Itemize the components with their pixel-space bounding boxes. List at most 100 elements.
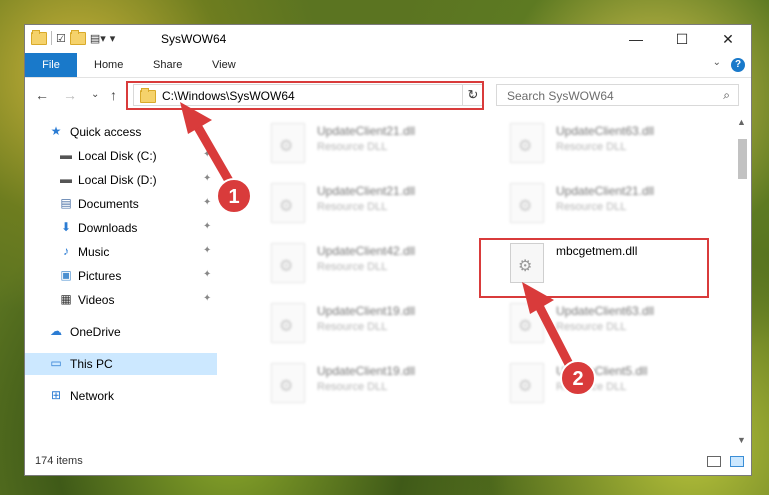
address-highlight-box xyxy=(126,81,484,110)
cloud-icon: ☁ xyxy=(50,324,62,338)
large-icons-view-icon[interactable] xyxy=(730,456,744,467)
dll-file-icon xyxy=(510,123,544,163)
sidebar-item-local-disk-c[interactable]: ▬ Local Disk (C:) ✦ xyxy=(25,145,217,167)
scroll-thumb[interactable] xyxy=(738,139,747,179)
sidebar-item-onedrive[interactable]: ☁ OneDrive xyxy=(25,321,217,343)
search-box[interactable]: ⌕ xyxy=(496,84,739,106)
back-button[interactable]: ← xyxy=(35,87,49,103)
minimize-button[interactable]: — xyxy=(613,25,659,53)
sidebar-item-this-pc[interactable]: ▭ This PC xyxy=(25,353,217,375)
pin-icon[interactable]: ✦ xyxy=(203,293,211,304)
search-icon[interactable]: ⌕ xyxy=(723,88,730,103)
pin-icon[interactable]: ✦ xyxy=(203,245,211,256)
file-item[interactable]: UpdateClient19.dll Resource DLL xyxy=(271,361,501,411)
sidebar-item-label: Local Disk (C:) xyxy=(78,149,157,163)
recent-locations-button[interactable]: ⌄ xyxy=(91,89,99,100)
file-item[interactable]: UpdateClient63.dll Resource DLL xyxy=(510,301,735,351)
toolbar-dropdown-icon[interactable]: ▾ xyxy=(110,32,116,45)
properties-icon[interactable]: ☑ xyxy=(56,32,66,45)
sidebar-item-label: Documents xyxy=(78,197,139,211)
file-item[interactable]: UpdateClient5.dll Resource DLL xyxy=(510,361,735,411)
separator xyxy=(51,31,52,45)
file-type: Resource DLL xyxy=(556,141,627,153)
details-view-icon[interactable] xyxy=(707,456,721,467)
navigation-pane: ★ Quick access ▬ Local Disk (C:) ✦ ▬ Local Dis… xyxy=(25,117,217,447)
drive-icon: ▬ xyxy=(60,172,72,186)
file-name: UpdateClient42.dll xyxy=(317,244,416,258)
file-highlight-box xyxy=(479,238,709,298)
file-item[interactable]: UpdateClient21.dll Resource DLL xyxy=(510,181,735,231)
ribbon-expand-icon[interactable]: ⌄ xyxy=(713,57,721,68)
file-type: Resource DLL xyxy=(317,141,388,153)
sidebar-item-videos[interactable]: ▦ Videos ✦ xyxy=(25,289,217,311)
file-name: UpdateClient21.dll xyxy=(556,184,655,198)
file-name: UpdateClient19.dll xyxy=(317,304,416,318)
tab-file[interactable]: File xyxy=(25,53,77,77)
file-item[interactable]: UpdateClient42.dll Resource DLL xyxy=(271,241,501,291)
sidebar-item-network[interactable]: ⊞ Network xyxy=(25,385,217,407)
vertical-scrollbar[interactable]: ▲ ▼ xyxy=(735,117,749,447)
file-name: UpdateClient63.dll xyxy=(556,304,655,318)
search-input[interactable] xyxy=(505,87,709,105)
file-type: Resource DLL xyxy=(556,381,627,393)
sidebar-item-downloads[interactable]: ⬇ Downloads ✦ xyxy=(25,217,217,239)
file-item[interactable]: UpdateClient21.dll Resource DLL xyxy=(271,181,501,231)
quick-access-toolbar: ☑ ▤▾ ▾ xyxy=(31,29,116,45)
maximize-button[interactable]: ☐ xyxy=(659,25,705,53)
file-item[interactable]: UpdateClient21.dll Resource DLL xyxy=(271,121,501,171)
up-button[interactable]: ↑ xyxy=(110,87,117,103)
sidebar-item-label: Videos xyxy=(78,293,115,307)
sidebar-item-quick-access[interactable]: ★ Quick access xyxy=(25,121,217,143)
tab-view[interactable]: View xyxy=(212,53,236,77)
ribbon-tabs: File Home Share View ⌄ ? xyxy=(25,53,751,78)
pin-icon[interactable]: ✦ xyxy=(203,269,211,280)
pin-icon[interactable]: ✦ xyxy=(203,221,211,232)
picture-icon: ▣ xyxy=(60,268,72,282)
dll-file-icon xyxy=(271,123,305,163)
scroll-down-icon[interactable]: ▼ xyxy=(737,435,746,445)
folder-icon[interactable] xyxy=(31,29,47,45)
sidebar-item-label: Music xyxy=(78,245,110,259)
dll-file-icon xyxy=(510,363,544,403)
sidebar-item-label: Quick access xyxy=(70,125,142,139)
file-type: Resource DLL xyxy=(317,201,388,213)
pin-icon[interactable]: ✦ xyxy=(203,197,211,208)
dll-file-icon xyxy=(271,363,305,403)
document-icon: ▤ xyxy=(60,196,72,210)
status-bar: 174 items xyxy=(25,449,751,475)
sidebar-item-local-disk-d[interactable]: ▬ Local Disk (D:) ✦ xyxy=(25,169,217,191)
scroll-up-icon[interactable]: ▲ xyxy=(737,117,746,127)
file-name: UpdateClient5.dll xyxy=(556,364,648,378)
sidebar-item-music[interactable]: ♪ Music ✦ xyxy=(25,241,217,263)
network-icon: ⊞ xyxy=(50,388,62,402)
item-count: 174 items xyxy=(35,455,83,467)
file-type: Resource DLL xyxy=(317,381,388,393)
close-button[interactable]: ✕ xyxy=(705,25,751,53)
pin-icon[interactable]: ✦ xyxy=(203,173,211,184)
sidebar-item-pictures[interactable]: ▣ Pictures ✦ xyxy=(25,265,217,287)
download-icon: ⬇ xyxy=(60,220,72,234)
file-name: UpdateClient21.dll xyxy=(317,184,416,198)
file-type: Resource DLL xyxy=(556,321,627,333)
tab-share[interactable]: Share xyxy=(153,53,182,77)
new-folder-icon[interactable] xyxy=(69,29,86,45)
dll-file-icon xyxy=(271,183,305,223)
dll-file-icon xyxy=(510,303,544,343)
tab-home[interactable]: Home xyxy=(94,53,123,77)
file-item[interactable]: UpdateClient19.dll Resource DLL xyxy=(271,301,501,351)
file-type: Resource DLL xyxy=(556,201,627,213)
drive-icon: ▬ xyxy=(60,148,72,162)
help-icon[interactable]: ? xyxy=(731,58,745,72)
file-item[interactable]: UpdateClient63.dll Resource DLL xyxy=(510,121,735,171)
video-icon: ▦ xyxy=(60,292,72,306)
file-name: UpdateClient21.dll xyxy=(317,124,416,138)
forward-button[interactable]: → xyxy=(63,87,77,103)
customize-toolbar-icon[interactable]: ▤▾ xyxy=(90,32,106,45)
sidebar-item-label: Pictures xyxy=(78,269,122,283)
sidebar-item-documents[interactable]: ▤ Documents ✦ xyxy=(25,193,217,215)
pin-icon[interactable]: ✦ xyxy=(203,149,211,160)
sidebar-item-label: Downloads xyxy=(78,221,138,235)
file-name: UpdateClient19.dll xyxy=(317,364,416,378)
music-icon: ♪ xyxy=(63,244,69,258)
window-title: SysWOW64 xyxy=(161,32,227,46)
